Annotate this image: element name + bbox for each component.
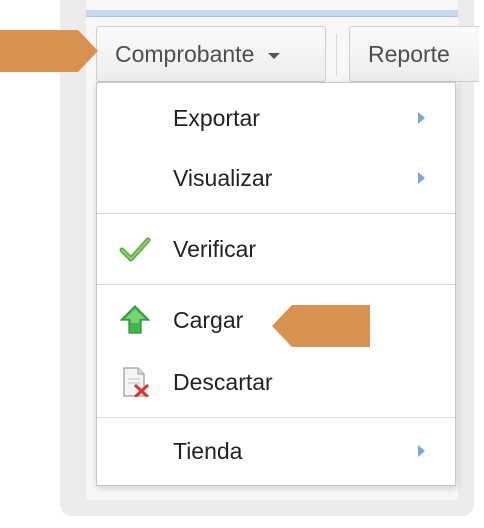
menu-item-label: Visualizar <box>173 164 273 191</box>
top-bar <box>86 10 458 17</box>
reportes-label: Reporte <box>368 40 450 67</box>
menu-item-label: Cargar <box>173 306 244 333</box>
submenu-arrow-icon <box>418 172 425 184</box>
menu-item-label: Tienda <box>173 437 243 464</box>
green-up-arrow-icon <box>119 305 151 334</box>
toolbar-separator <box>336 34 337 76</box>
menu-item-descartar[interactable]: Descartar <box>97 357 455 407</box>
menu-divider <box>97 284 455 285</box>
menu-item-label: Verificar <box>173 235 257 262</box>
comprobante-button[interactable]: Comprobante <box>96 26 326 82</box>
submenu-arrow-icon <box>418 112 425 124</box>
comprobante-label: Comprobante <box>115 40 255 67</box>
checkmark-icon <box>119 237 151 262</box>
reportes-button[interactable]: Reporte <box>349 26 479 82</box>
menu-item-verificar[interactable]: Verificar <box>97 224 455 274</box>
menu-item-exportar[interactable]: Exportar <box>97 93 455 143</box>
pointer-arrow-left-icon <box>272 305 370 347</box>
pointer-arrow-right-icon <box>0 30 98 72</box>
menu-item-label: Descartar <box>173 368 273 395</box>
comprobante-dropdown-menu: Exportar Visualizar Verificar Cargar Des… <box>96 82 456 486</box>
submenu-arrow-icon <box>418 445 425 457</box>
menu-item-label: Exportar <box>173 104 260 131</box>
menu-item-visualizar[interactable]: Visualizar <box>97 153 455 203</box>
menu-divider <box>97 213 455 214</box>
chevron-down-icon <box>268 53 281 59</box>
menu-item-tienda[interactable]: Tienda <box>97 426 455 476</box>
document-delete-icon <box>123 367 149 397</box>
menu-divider <box>97 417 455 418</box>
